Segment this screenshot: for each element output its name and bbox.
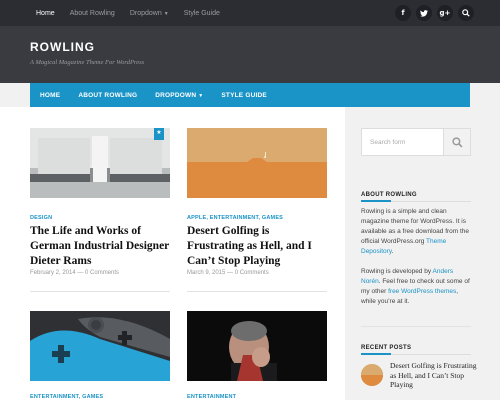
widget-divider [361,353,471,355]
chevron-down-icon: ▼ [198,92,204,99]
widget-title-about: ABOUT ROWLING [361,192,417,198]
post-card: ENTERTAINMENT [187,311,327,400]
post-thumbnail[interactable] [187,311,327,381]
post-title[interactable]: Desert Golfing is Frustrating as Hell, a… [187,224,329,269]
recent-post-thumbnail[interactable] [361,364,383,386]
search-input[interactable] [362,129,444,155]
main-nav-dropdown[interactable]: DROPDOWN ▼ [155,92,203,99]
main-nav-dropdown-label: DROPDOWN [155,91,197,99]
main-nav-about[interactable]: ABOUT ROWLING [78,92,137,99]
star-icon: ★ [154,128,164,140]
top-nav-dropdown-label: Dropdown [129,9,162,17]
main-nav: HOME ABOUT ROWLING DROPDOWN ▼ STYLE GUIDE [30,83,470,107]
post-card: ★ DESIGN The Life and Works of German In… [30,128,170,318]
post-thumbnail[interactable] [187,128,327,198]
about-text-part: Rowling is a simple and clean magazine t… [361,208,470,245]
about-text: Rowling is a simple and clean magazine t… [361,207,473,257]
post-category[interactable]: ENTERTAINMENT, GAMES [30,394,103,400]
site-header: ROWLING A Magical Magazine Theme For Wor… [0,26,500,83]
recent-post-title[interactable]: Desert Golfing is Frustrating as Hell, a… [390,361,480,390]
post-thumbnail[interactable]: ★ [30,128,170,198]
about-text-part: . [391,248,394,255]
search-icon [451,136,462,147]
chevron-down-icon: ▼ [163,10,169,17]
google-plus-icon[interactable]: g+ [437,5,453,21]
search-icon[interactable] [458,5,474,21]
post-date[interactable]: March 9, 2015 [187,270,225,276]
developer-text-part: Rowling is developed by [361,268,433,275]
search-button[interactable] [443,129,470,155]
site-tagline: A Magical Magazine Theme For WordPress [30,59,145,66]
developer-text: Rowling is developed by Anders Norén. Fe… [361,267,473,307]
post-category[interactable]: ENTERTAINMENT [187,394,236,400]
meta-separator: — [225,270,235,276]
post-comments[interactable]: 0 Comments [235,270,269,276]
widget-divider [361,200,471,202]
sidebar: ABOUT ROWLING Rowling is a simple and cl… [345,107,500,400]
section-divider [361,326,471,327]
meta-separator: — [75,270,86,276]
facebook-icon[interactable]: f [395,5,411,21]
top-nav-about[interactable]: About Rowling [70,10,115,17]
twitter-icon[interactable] [416,5,432,21]
post-meta: February 2, 2014 — 0 Comments [30,270,119,276]
post-list: ★ DESIGN The Life and Works of German In… [0,107,345,400]
post-date[interactable]: February 2, 2014 [30,270,76,276]
site-title[interactable]: ROWLING [30,40,95,54]
themes-link[interactable]: free WordPress themes [388,288,456,295]
post-category[interactable]: APPLE, ENTERTAINMENT, GAMES [187,215,283,221]
post-category[interactable]: DESIGN [30,215,52,221]
post-divider [30,291,170,292]
post-comments[interactable]: 0 Comments [85,270,119,276]
main-nav-home[interactable]: HOME [40,92,60,99]
top-nav-home[interactable]: Home [36,10,55,17]
post-meta: March 9, 2015 — 0 Comments [187,270,269,276]
social-links: f g+ [390,5,474,21]
search-form [361,128,471,156]
post-divider [187,291,327,292]
top-nav-style-guide[interactable]: Style Guide [184,10,220,17]
post-title[interactable]: The Life and Works of German Industrial … [30,224,172,269]
top-nav-dropdown[interactable]: Dropdown ▼ [130,10,169,17]
post-card: APPLE, ENTERTAINMENT, GAMES Desert Golfi… [187,128,327,318]
post-thumbnail[interactable] [30,311,170,381]
top-nav: Home About Rowling Dropdown ▼ Style Guide [36,0,235,26]
widget-title-recent: RECENT POSTS [361,345,412,351]
main-nav-style-guide[interactable]: STYLE GUIDE [221,92,267,99]
top-bar: Home About Rowling Dropdown ▼ Style Guide… [0,0,500,26]
post-card: ENTERTAINMENT, GAMES [30,311,170,400]
